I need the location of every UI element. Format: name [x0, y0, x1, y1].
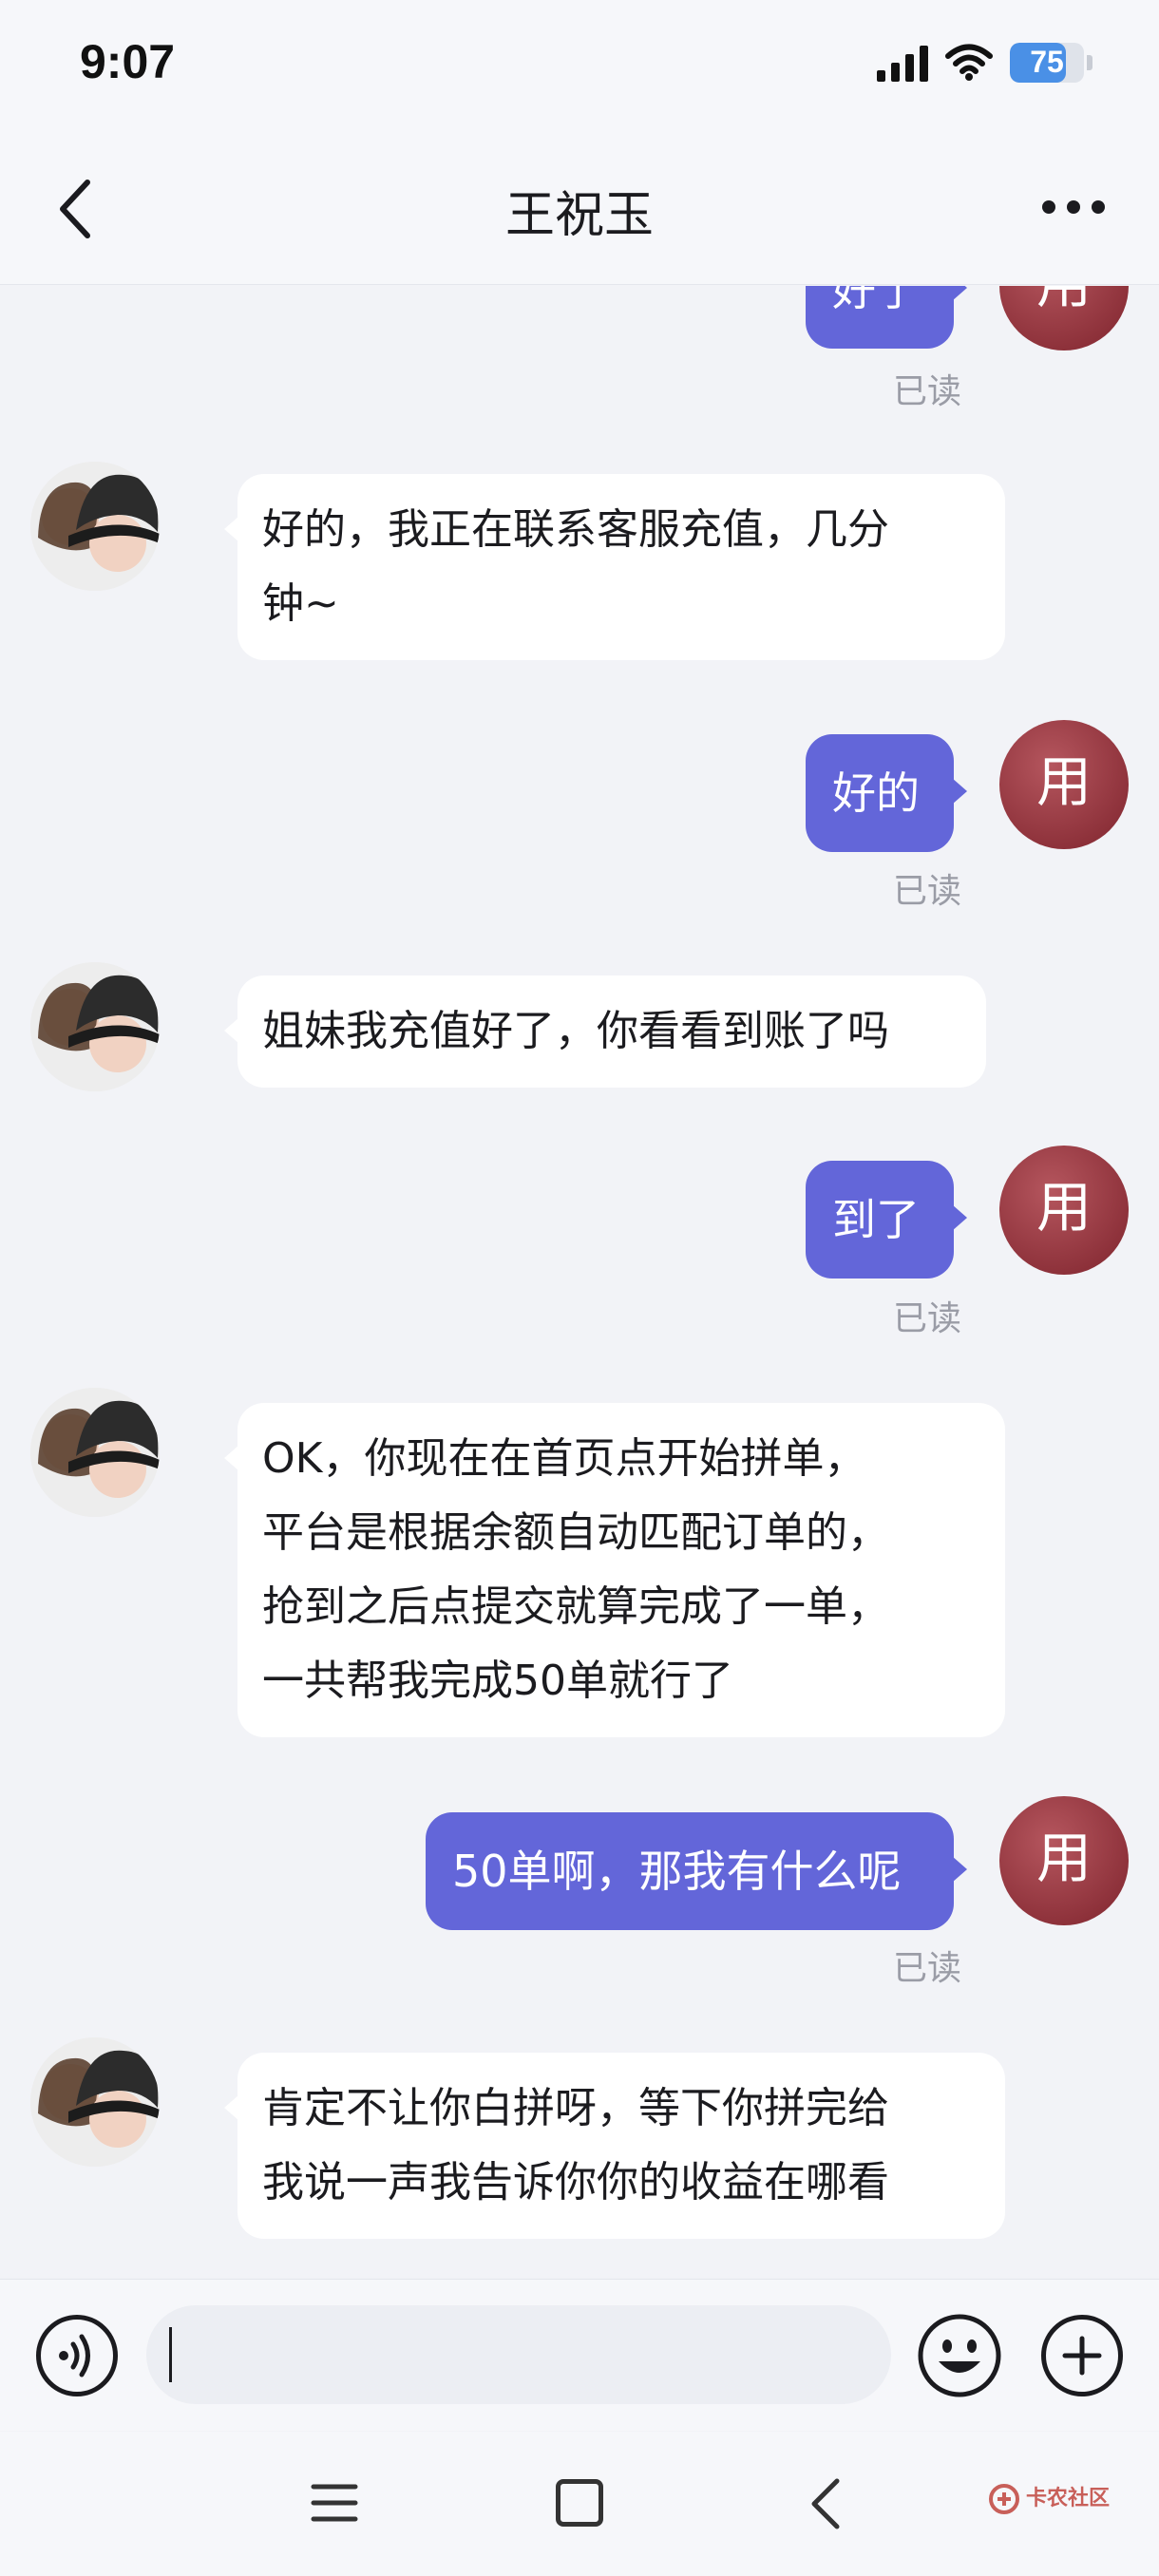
message-text: 好了 — [832, 286, 920, 315]
contact-avatar[interactable] — [30, 462, 160, 591]
battery-tip — [1087, 55, 1092, 70]
chat-area[interactable]: 好了 用 已读 好的，我正在联系客服充值，几分 钟~ 好的 用 已读 — [0, 286, 1159, 2279]
message-text-line: 好的，我正在联系客服充值，几分 — [262, 505, 889, 554]
message-text-line: 姐妹我充值好了，你看看到账了吗 — [262, 1007, 889, 1055]
message-text-line: 钟~ — [262, 579, 339, 628]
battery-level: 75 — [1030, 45, 1064, 79]
self-avatar[interactable]: 用 — [999, 1796, 1129, 1925]
message-text: 50单啊，那我有什么呢 — [452, 1846, 902, 1897]
message-text-line: 肯定不让你白拼呀，等下你拼完给 — [262, 2084, 889, 2132]
message-text-line: 抢到之后点提交就算完成了一单， — [262, 1582, 889, 1631]
message-bubble-incoming[interactable]: 姐妹我充值好了，你看看到账了吗 — [224, 975, 986, 1088]
self-avatar-label: 用 — [1036, 1826, 1092, 1890]
wifi-icon — [945, 44, 993, 81]
contact-avatar[interactable] — [30, 1388, 160, 1517]
self-avatar[interactable]: 用 — [999, 286, 1129, 350]
voice-waves-icon — [59, 2334, 90, 2377]
watermark-icon — [989, 2484, 1019, 2514]
emoji-icon[interactable] — [916, 2312, 1003, 2399]
watermark-logo: 卡农社区 — [988, 2483, 1110, 2515]
self-avatar[interactable]: 用 — [999, 720, 1129, 849]
message-bubble-outgoing[interactable]: 好了 — [806, 286, 967, 349]
status-icons: 75 — [877, 40, 1092, 85]
message-bubble-incoming[interactable]: 肯定不让你白拼呀，等下你拼完给 我说一声我告诉你你的收益在哪看 — [224, 2053, 1005, 2239]
contact-avatar-photo — [30, 1388, 160, 1517]
message-bubble-outgoing[interactable]: 好的 — [806, 734, 967, 852]
read-receipt: 已读 — [893, 872, 962, 911]
contact-avatar-photo — [30, 962, 160, 1091]
message-text-line: OK，你现在在首页点开始拼单， — [262, 1434, 866, 1483]
self-avatar-label: 用 — [1036, 286, 1092, 315]
signal-icon — [877, 44, 928, 82]
voice-icon[interactable] — [36, 2315, 118, 2396]
message-text: 到了 — [832, 1194, 920, 1245]
contact-name: 王祝玉 — [504, 187, 654, 244]
home-button[interactable] — [556, 2479, 603, 2527]
input-bar — [0, 2279, 1159, 2431]
self-avatar[interactable]: 用 — [999, 1146, 1129, 1275]
message-bubble-outgoing[interactable]: 50单啊，那我有什么呢 — [426, 1812, 967, 1930]
battery-icon: 75 — [1010, 43, 1084, 83]
message-text-line: 平台是根据余额自动匹配订单的， — [262, 1508, 889, 1557]
message-bubble-incoming[interactable]: OK，你现在在首页点开始拼单， 平台是根据余额自动匹配订单的， 抢到之后点提交就… — [224, 1403, 1005, 1737]
text-cursor — [169, 2327, 172, 2382]
read-receipt: 已读 — [893, 1949, 962, 1988]
contact-avatar[interactable] — [30, 962, 160, 1091]
system-nav-bar: 卡农社区 — [0, 2432, 1159, 2576]
message-input[interactable] — [146, 2305, 891, 2404]
message-text-line: 一共帮我完成50单就行了 — [262, 1657, 733, 1705]
contact-avatar-photo — [30, 2037, 160, 2167]
message-bubble-incoming[interactable]: 好的，我正在联系客服充值，几分 钟~ — [224, 474, 1005, 660]
plus-glyph — [1062, 2336, 1102, 2376]
self-avatar-label: 用 — [1036, 749, 1092, 814]
status-bar: 9:07 75 — [0, 0, 1159, 133]
contact-avatar[interactable] — [30, 2037, 160, 2167]
watermark-text: 卡农社区 — [1026, 2487, 1111, 2510]
system-back-button[interactable] — [803, 2475, 850, 2532]
chat-header: 王祝玉 — [0, 133, 1159, 285]
plus-icon[interactable] — [1041, 2315, 1123, 2396]
contact-avatar-photo — [30, 462, 160, 591]
self-avatar-label: 用 — [1036, 1175, 1092, 1240]
more-icon[interactable] — [1036, 179, 1112, 236]
read-receipt: 已读 — [893, 372, 962, 411]
message-bubble-outgoing[interactable]: 到了 — [806, 1161, 967, 1279]
status-time: 9:07 — [80, 35, 176, 88]
message-text: 好的 — [832, 767, 920, 819]
read-receipt: 已读 — [893, 1299, 962, 1338]
message-text-line: 我说一声我告诉你你的收益在哪看 — [262, 2158, 889, 2207]
recent-apps-button[interactable] — [310, 2479, 359, 2527]
